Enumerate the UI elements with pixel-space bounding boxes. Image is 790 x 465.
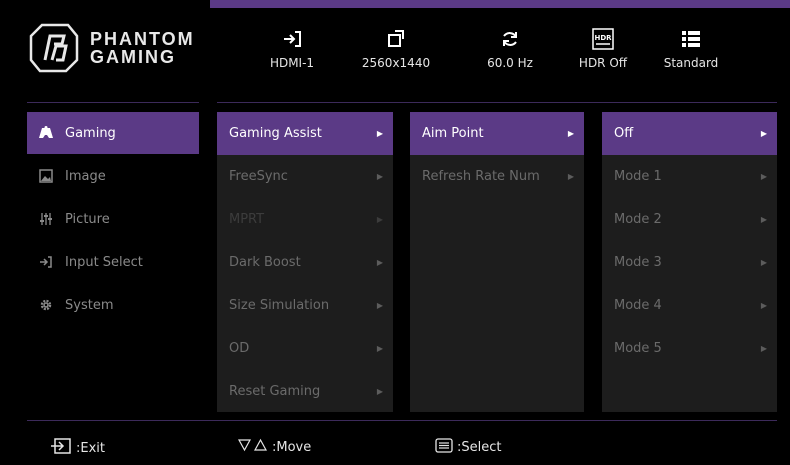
menu-item-label: Dark Boost [229,255,301,270]
sidebar-item-system[interactable]: System [27,284,199,326]
gear-icon [37,297,55,313]
chevron-right-icon: ▶ [760,129,767,138]
sidebar-item-label: Gaming [65,125,116,141]
chevron-right-icon: ▶ [760,344,767,353]
brand-line-1: PHANTOM [90,28,195,49]
chevron-right-icon: ▶ [376,258,383,267]
resolution-icon [383,28,409,50]
option-mode-1[interactable]: Mode 1 ▶ [602,155,777,198]
option-label: Off [614,126,634,141]
chevron-right-icon: ▶ [376,129,383,138]
sidebar: Gaming Image Picture Input Select System [27,112,199,327]
option-label: Mode 1 [614,169,662,184]
menu-item-label: FreeSync [229,169,288,184]
menu-item-size-simulation[interactable]: Size Simulation ▶ [217,284,393,327]
status-hdr: HDR HDR Off [573,28,633,88]
divider [27,420,777,421]
status-refresh-value: 60.0 Hz [487,56,533,70]
footer-move-label: :Move [272,439,312,455]
option-label: Mode 5 [614,341,662,356]
chevron-right-icon: ▶ [376,172,383,181]
option-mode-3[interactable]: Mode 3 ▶ [602,241,777,284]
menu-item-dark-boost[interactable]: Dark Boost ▶ [217,241,393,284]
menu-item-freesync[interactable]: FreeSync ▶ [217,155,393,198]
option-label: Mode 4 [614,298,662,313]
sidebar-item-gaming[interactable]: Gaming [27,112,199,154]
input-arrow-icon [37,254,55,270]
chevron-right-icon: ▶ [760,301,767,310]
aim-point-options: Off ▶ Mode 1 ▶ Mode 2 ▶ Mode 3 ▶ Mode 4 … [602,112,777,412]
menu-item-label: Aim Point [422,126,484,141]
chevron-right-icon: ▶ [567,172,574,181]
phantom-gaming-logo: PHANTOM GAMING [28,20,203,75]
gaming-submenu: Gaming Assist ▶ FreeSync ▶ MPRT ▶ Dark B… [217,112,393,412]
status-resolution: 2560x1440 [360,28,432,88]
gamepad-icon [37,125,55,141]
status-hdr-value: HDR Off [578,56,628,70]
status-refresh: 60.0 Hz [480,28,540,88]
footer-exit-label: :Exit [76,440,105,456]
menu-item-label: Size Simulation [229,298,330,313]
menu-item-reset-gaming[interactable]: Reset Gaming ▶ [217,370,393,413]
sidebar-item-label: Picture [65,211,110,227]
footer-exit-hint: :Exit [50,438,105,458]
option-label: Mode 2 [614,212,662,227]
divider [217,102,777,103]
footer-select-label: :Select [457,440,502,455]
status-resolution-value: 2560x1440 [361,56,431,70]
sidebar-item-picture[interactable]: Picture [27,198,199,240]
menu-item-label: OD [229,341,250,356]
chevron-right-icon: ▶ [567,129,574,138]
image-icon [37,168,55,184]
menu-item-aim-point[interactable]: Aim Point ▶ [410,112,584,155]
chevron-right-icon: ▶ [376,301,383,310]
status-input: HDMI-1 [262,28,322,88]
status-mode-value: Standard [663,56,719,70]
sidebar-item-label: Input Select [65,254,143,270]
chevron-right-icon: ▶ [376,387,383,396]
footer-move-hint: :Move [237,438,312,456]
hdr-icon: HDR [590,28,616,50]
brand-line-2: GAMING [90,46,176,67]
chevron-right-icon: ▶ [760,258,767,267]
status-input-value: HDMI-1 [269,56,315,70]
option-label: Mode 3 [614,255,662,270]
menu-item-label: MPRT [229,212,265,227]
sidebar-item-label: System [65,297,114,313]
divider [27,102,199,103]
menu-item-refresh-rate-num[interactable]: Refresh Rate Num ▶ [410,155,584,198]
chevron-right-icon: ▶ [376,215,383,224]
menu-button-icon [435,438,453,457]
menu-item-mprt: MPRT ▶ [217,198,393,241]
chevron-right-icon: ▶ [760,172,767,181]
menu-item-label: Reset Gaming [229,384,321,399]
sidebar-item-input-select[interactable]: Input Select [27,241,199,283]
top-accent-bar [210,0,790,8]
menu-item-gaming-assist[interactable]: Gaming Assist ▶ [217,112,393,155]
gaming-assist-submenu: Aim Point ▶ Refresh Rate Num ▶ [410,112,584,412]
list-icon [678,28,704,50]
chevron-right-icon: ▶ [376,344,383,353]
refresh-icon [497,28,523,50]
phantom-gaming-logo-icon [29,23,79,72]
option-off[interactable]: Off ▶ [602,112,777,155]
sidebar-item-label: Image [65,168,106,184]
option-mode-2[interactable]: Mode 2 ▶ [602,198,777,241]
status-mode: Standard [655,28,727,88]
menu-item-od[interactable]: OD ▶ [217,327,393,370]
exit-icon [50,438,72,458]
option-mode-5[interactable]: Mode 5 ▶ [602,327,777,370]
chevron-right-icon: ▶ [760,215,767,224]
footer-select-hint: :Select [435,438,501,457]
hdr-badge-text: HDR [594,34,612,42]
sliders-icon [37,211,55,227]
menu-item-label: Gaming Assist [229,126,322,141]
move-arrows-icon [237,438,268,456]
input-arrow-icon [279,28,305,50]
menu-item-label: Refresh Rate Num [422,169,540,184]
sidebar-item-image[interactable]: Image [27,155,199,197]
option-mode-4[interactable]: Mode 4 ▶ [602,284,777,327]
